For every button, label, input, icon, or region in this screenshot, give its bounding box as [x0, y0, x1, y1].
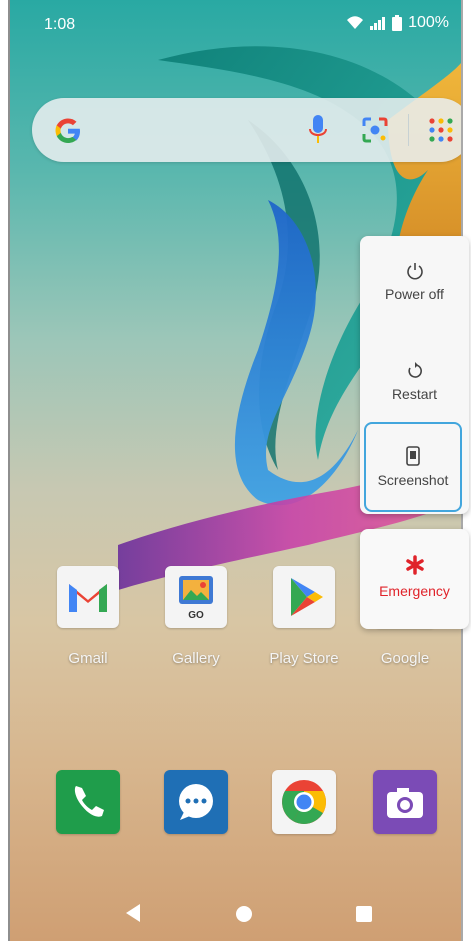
power-menu: Power off Restart Screenshot	[360, 236, 469, 514]
messages-icon[interactable]	[164, 770, 228, 834]
power-off-label: Power off	[385, 286, 444, 302]
screenshot-button[interactable]: Screenshot	[364, 422, 462, 512]
app-label: Gmail	[68, 650, 108, 667]
wifi-icon	[347, 16, 364, 29]
gallery-icon[interactable]: GO	[165, 566, 227, 628]
phone-icon[interactable]	[56, 770, 120, 834]
play-store-icon[interactable]	[273, 566, 335, 628]
emergency-button[interactable]: Emergency	[360, 529, 469, 629]
navigation-bar	[8, 880, 463, 940]
restart-label: Restart	[391, 386, 438, 402]
app-play-store[interactable]: Play Store	[264, 566, 344, 667]
signal-icon	[370, 17, 386, 30]
gmail-icon[interactable]	[57, 566, 119, 628]
status-time: 1:08	[44, 16, 76, 33]
app-label: Gallery	[172, 650, 220, 667]
restart-button[interactable]: Restart	[360, 362, 469, 402]
gallery-badge: GO	[188, 610, 204, 621]
google-search-bar[interactable]	[32, 98, 463, 162]
dock-chrome[interactable]	[264, 770, 344, 834]
apps-grid-icon[interactable]	[428, 117, 454, 143]
power-icon	[406, 263, 423, 280]
home-icon[interactable]	[236, 906, 252, 922]
power-off-button[interactable]: Power off	[360, 262, 469, 302]
recents-icon[interactable]	[356, 906, 372, 922]
dock-messages[interactable]	[156, 770, 236, 834]
restart-icon	[407, 362, 422, 378]
dock-camera[interactable]	[365, 770, 445, 834]
battery-percent: 100%	[408, 14, 449, 31]
screenshot-icon	[406, 446, 420, 466]
screenshot-label: Screenshot	[377, 472, 449, 488]
app-label: Google	[380, 650, 430, 667]
search-separator	[408, 114, 409, 146]
back-icon[interactable]	[126, 904, 142, 922]
emergency-label: Emergency	[379, 583, 450, 599]
asterisk-icon	[405, 555, 424, 575]
app-gallery[interactable]: GO Gallery	[156, 566, 236, 667]
battery-icon	[392, 15, 403, 31]
microphone-icon[interactable]	[308, 113, 328, 147]
chrome-icon[interactable]	[272, 770, 336, 834]
dock-phone[interactable]	[48, 770, 128, 834]
google-g-icon[interactable]	[52, 115, 84, 147]
camera-icon[interactable]	[373, 770, 437, 834]
lens-icon[interactable]	[362, 117, 388, 143]
status-bar: 1:08 100%	[8, 0, 463, 48]
app-label: Play Store	[269, 650, 339, 667]
app-gmail[interactable]: Gmail	[48, 566, 128, 667]
